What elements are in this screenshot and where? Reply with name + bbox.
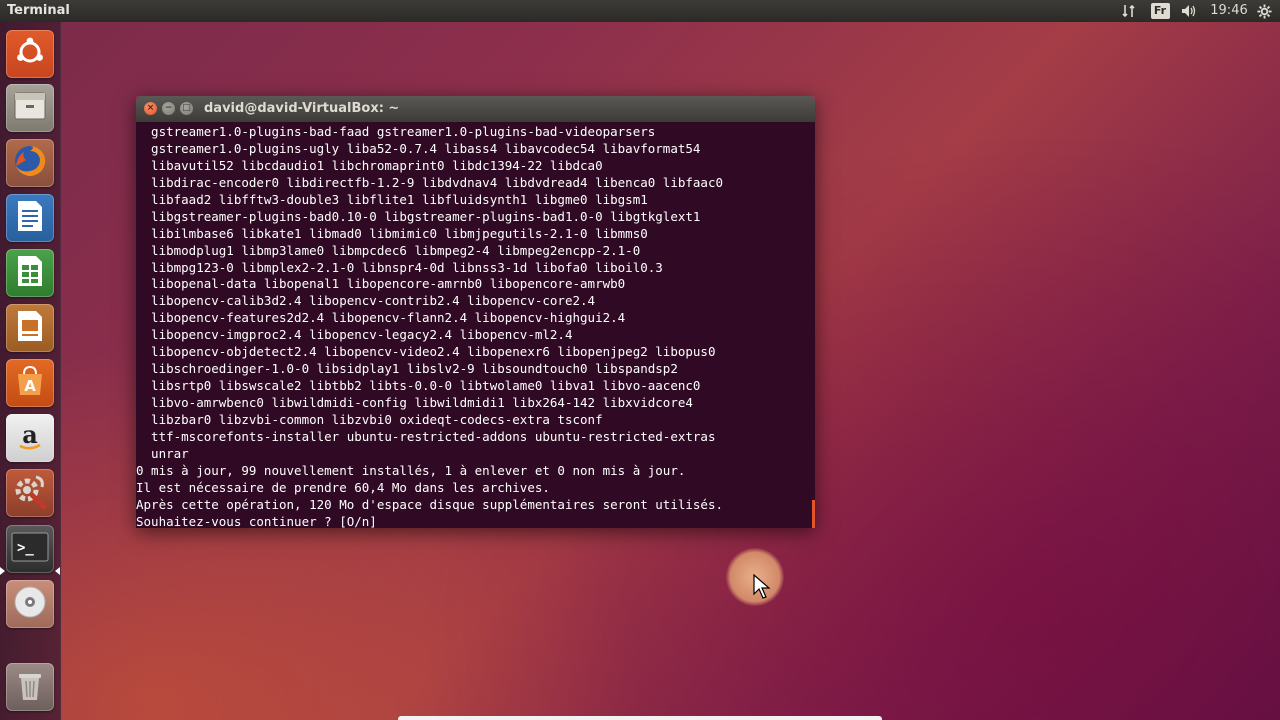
terminal-line: gstreamer1.0-plugins-ugly liba52-0.7.4 l…: [136, 140, 701, 156]
terminal-line: libmodplug1 libmp3lame0 libmpcdec6 libmp…: [136, 242, 641, 258]
calc-icon: [15, 254, 45, 292]
firefox-icon: [12, 143, 48, 183]
launcher: A a >_: [0, 22, 61, 720]
clock[interactable]: 19:46: [1210, 0, 1248, 22]
maximize-button[interactable]: □: [180, 102, 193, 115]
firefox-launcher[interactable]: [6, 139, 54, 187]
terminal-line: gstreamer1.0-plugins-bad-faad gstreamer1…: [136, 124, 656, 139]
files-launcher[interactable]: [6, 84, 54, 132]
terminal-line: libdirac-encoder0 libdirectfb-1.2-9 libd…: [136, 174, 723, 190]
impress-launcher[interactable]: [6, 304, 54, 352]
minimize-button[interactable]: −: [162, 102, 175, 115]
system-settings-launcher[interactable]: [6, 469, 54, 517]
sound-icon[interactable]: [1178, 0, 1200, 22]
terminal-line: libmpg123-0 libmplex2-2.1-0 libnspr4-0d …: [136, 259, 663, 275]
impress-icon: [15, 309, 45, 347]
terminal-window: × − □ david@david-VirtualBox: ~ gstreame…: [136, 96, 815, 528]
mouse-pointer: [726, 548, 784, 606]
settings-icon[interactable]: [1253, 0, 1275, 22]
writer-icon: [15, 199, 45, 237]
files-icon: [13, 91, 47, 125]
terminal-line: ttf-mscorefonts-installer ubuntu-restric…: [136, 428, 716, 444]
terminal-line: libavutil52 libcdaudio1 libchromaprint0 …: [136, 157, 603, 173]
terminal-line: libopencv-objdetect2.4 libopencv-video2.…: [136, 344, 716, 360]
terminal-prompt-line: Souhaitez-vous continuer ? [O/n]: [136, 513, 385, 528]
terminal-launcher[interactable]: >_: [6, 525, 54, 573]
terminal-line: Après cette opération, 120 Mo d'espace d…: [136, 496, 723, 512]
dvd-launcher[interactable]: [6, 580, 54, 628]
terminal-line: Il est nécessaire de prendre 60,4 Mo dan…: [136, 479, 550, 495]
close-button[interactable]: ×: [144, 102, 157, 115]
calc-launcher[interactable]: [6, 249, 54, 297]
focus-indicator: [55, 567, 60, 575]
terminal-line: libzbar0 libzvbi-common libzvbi0 oxideqt…: [136, 411, 603, 427]
software-center-launcher[interactable]: A: [6, 359, 54, 407]
dvd-icon: [12, 584, 48, 624]
svg-text:a: a: [22, 420, 38, 449]
keyboard-layout-label: Fr: [1150, 3, 1170, 19]
terminal-line: libilmbase6 libkate1 libmad0 libmimic0 l…: [136, 225, 648, 241]
amazon-icon: a: [13, 419, 47, 457]
terminal-line: libopencv-features2d2.4 libopencv-flann2…: [136, 310, 626, 326]
terminal-output: gstreamer1.0-plugins-bad-faad gstreamer1…: [136, 124, 808, 528]
terminal-line: unrar: [136, 445, 189, 461]
ubuntu-logo-icon: [14, 36, 46, 72]
writer-launcher[interactable]: [6, 194, 54, 242]
terminal-icon: >_: [11, 532, 49, 566]
terminal-line: libopencv-imgproc2.4 libopencv-legacy2.4…: [136, 327, 573, 343]
svg-text:A: A: [24, 377, 36, 395]
keyboard-layout-icon[interactable]: Fr: [1149, 0, 1171, 22]
amazon-launcher[interactable]: a: [6, 414, 54, 462]
scrollbar[interactable]: [812, 500, 815, 528]
terminal-line: libsrtp0 libswscale2 libtbb2 libts-0.0-0…: [136, 378, 701, 394]
top-panel: Terminal Fr 19:46: [0, 0, 1280, 22]
terminal-line: libopencv-calib3d2.4 libopencv-contrib2.…: [136, 293, 596, 309]
terminal-line: 0 mis à jour, 99 nouvellement installés,…: [136, 462, 686, 478]
terminal-line: libgstreamer-plugins-bad0.10-0 libgstrea…: [136, 208, 701, 224]
terminal-titlebar[interactable]: × − □ david@david-VirtualBox: ~: [136, 96, 815, 122]
system-settings-icon: [12, 473, 48, 513]
app-title: Terminal: [7, 3, 70, 18]
software-center-icon: A: [13, 364, 47, 402]
terminal-line: libfaad2 libfftw3-double3 libflite1 libf…: [136, 191, 648, 207]
trash-launcher[interactable]: [6, 663, 54, 711]
active-indicator: [0, 567, 5, 575]
terminal-line: libschroedinger-1.0-0 libsidplay1 libslv…: [136, 361, 678, 377]
terminal-line: libvo-amrwbenc0 libwildmidi-config libwi…: [136, 395, 693, 410]
trash-icon: [15, 668, 45, 706]
terminal-line: libopenal-data libopenal1 libopencore-am…: [136, 276, 626, 292]
bottom-edge: [398, 716, 882, 720]
svg-text:>_: >_: [17, 540, 34, 556]
network-icon[interactable]: [1118, 0, 1140, 22]
window-title: david@david-VirtualBox: ~: [204, 101, 400, 116]
terminal-body[interactable]: gstreamer1.0-plugins-bad-faad gstreamer1…: [136, 122, 815, 528]
dash-button[interactable]: [6, 30, 54, 78]
